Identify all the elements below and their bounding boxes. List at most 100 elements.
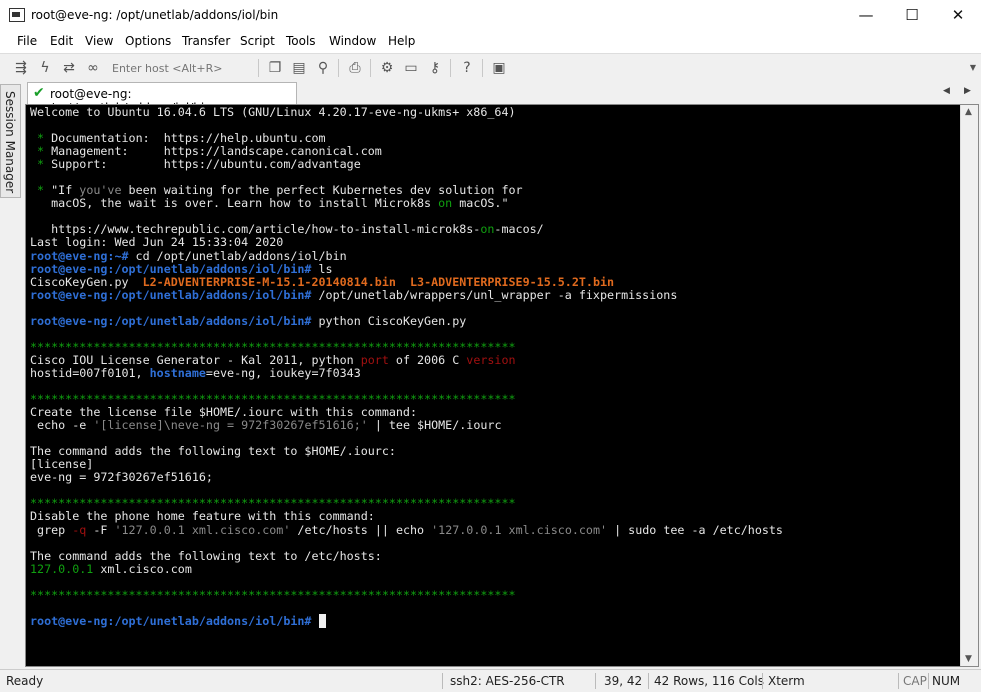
settings-icon[interactable]: ⚙	[378, 59, 396, 77]
copy-icon[interactable]: ❐	[266, 59, 284, 77]
toolbar-divider	[338, 59, 339, 77]
window-title: root@eve-ng: /opt/unetlab/addons/iol/bin	[31, 8, 279, 22]
menu-file[interactable]: File	[17, 34, 37, 48]
terminal-line: root@eve-ng:/opt/unetlab/addons/iol/bin#	[30, 613, 955, 628]
terminal-text: on	[438, 196, 453, 211]
terminal-text: ****************************************…	[30, 392, 516, 407]
status-divider	[898, 673, 899, 689]
terminal-window[interactable]: Welcome to Ubuntu 16.04.6 LTS (GNU/Linux…	[25, 104, 979, 667]
terminal-text: *	[30, 157, 52, 172]
terminal-text: on	[480, 222, 495, 237]
image-icon[interactable]: ▣	[490, 59, 508, 77]
terminal-text: | sudo tee -a /etc/hosts	[607, 522, 783, 537]
terminal-line: macOS, the wait is over. Learn how to in…	[30, 197, 955, 210]
scroll-up-icon[interactable]: ▲	[965, 107, 972, 117]
connected-check-icon: ✔	[33, 85, 45, 101]
terminal-text: "If	[51, 183, 80, 198]
session-manager-tab[interactable]: Session Manager	[0, 84, 21, 198]
link-icon[interactable]: ∞	[84, 59, 102, 77]
connect-icon[interactable]: ⇶	[12, 59, 30, 77]
terminal-line: root@eve-ng:/opt/unetlab/addons/iol/bin#…	[30, 314, 955, 328]
close-button[interactable]: ✕	[935, 0, 981, 32]
status-divider	[928, 673, 929, 689]
tab-session[interactable]: ✔ root@eve-ng: /opt/unetlab/addons/iol/b…	[27, 82, 297, 115]
terminal-text: Support: https://ubuntu.com/advantage	[51, 157, 361, 172]
terminal-text: ****************************************…	[30, 587, 516, 602]
paste-icon[interactable]: ▤	[290, 59, 308, 77]
toolbar-overflow-icon[interactable]: ▼	[964, 59, 981, 77]
toolbar-divider	[450, 59, 451, 77]
status-divider	[648, 673, 649, 689]
print-icon[interactable]: ⎙	[346, 59, 364, 77]
toolbar: ⇶ ϟ ⇄ ∞ ❐ ▤ ⚲ ⎙ ⚙ ▭ ⚷ ? ▣ ▼	[0, 53, 981, 82]
help-icon[interactable]: ?	[458, 59, 476, 77]
terminal-line: hostid=007f0101, hostname=eve-ng, ioukey…	[30, 366, 955, 380]
menu-help[interactable]: Help	[388, 34, 415, 48]
terminal-cursor	[318, 613, 326, 628]
scroll-down-icon[interactable]: ▼	[965, 654, 972, 664]
menu-window[interactable]: Window	[329, 34, 376, 48]
terminal-line: root@eve-ng:/opt/unetlab/addons/iol/bin#…	[30, 287, 955, 302]
terminal-text: eve-ng = 972f30267ef51616;	[30, 470, 213, 485]
menu-view[interactable]: View	[85, 34, 113, 48]
terminal-text: cd /opt/unetlab/addons/iol/bin	[128, 248, 347, 263]
terminal-text: Last login: Wed Jun 24 15:33:04 2020	[30, 235, 284, 250]
tab-scroll-right-icon[interactable]: ▶	[964, 86, 971, 96]
session-tab-bar: ✔ root@eve-ng: /opt/unetlab/addons/iol/b…	[23, 82, 981, 115]
terminal-text: -F	[86, 522, 115, 537]
status-divider	[595, 673, 596, 689]
menu-script[interactable]: Script	[240, 34, 275, 48]
status-cipher: ssh2: AES-256-CTR	[450, 674, 565, 688]
menu-options[interactable]: Options	[125, 34, 171, 48]
host-input[interactable]	[108, 59, 258, 77]
terminal-line: 127.0.0.1 xml.cisco.com	[30, 562, 955, 576]
maximize-button[interactable]: ☐	[889, 0, 935, 32]
terminal-text: '[license]\neve-ng = 972f30267ef51616;'	[93, 418, 368, 433]
terminal-text: been waiting for the perfect Kubernetes …	[121, 183, 523, 198]
status-bar: Ready ssh2: AES-256-CTR 39, 42 42 Rows, …	[0, 669, 981, 692]
status-caps: CAP	[903, 674, 927, 688]
session-manager-label: Session Manager	[3, 91, 17, 194]
terminal-text: [license]	[30, 457, 94, 472]
toolbar-divider	[370, 59, 371, 77]
menu-tools[interactable]: Tools	[286, 34, 316, 48]
status-term-type: Xterm	[768, 674, 805, 688]
terminal-text: *	[30, 183, 52, 198]
terminal-line: ****************************************…	[30, 587, 955, 602]
terminal-text: L2-ADVENTERPRISE-M-15.1-20140814.bin	[142, 274, 396, 289]
status-num: NUM	[932, 674, 961, 688]
key-icon[interactable]: ⚷	[426, 59, 444, 77]
terminal-text: The command adds the following text to $…	[30, 444, 396, 459]
terminal-text: -macos/	[494, 222, 544, 237]
title-bar: root@eve-ng: /opt/unetlab/addons/iol/bin…	[0, 0, 981, 32]
terminal-text: -q	[72, 522, 87, 537]
terminal-output[interactable]: Welcome to Ubuntu 16.04.6 LTS (GNU/Linux…	[30, 106, 955, 664]
status-dimensions: 42 Rows, 116 Cols	[654, 674, 764, 688]
reconnect-icon[interactable]: ⇄	[60, 59, 78, 77]
terminal-text: Cisco IOU License Generator - Kal 2011, …	[30, 352, 361, 367]
lightning-icon[interactable]: ϟ	[36, 59, 54, 77]
terminal-text: '127.0.0.1 xml.cisco.com'	[431, 522, 608, 537]
terminal-text: | tee $HOME/.iourc	[367, 418, 502, 433]
terminal-text: macOS."	[452, 196, 509, 211]
status-cursor-position: 39, 42	[604, 674, 643, 688]
minimize-button[interactable]: —	[843, 0, 889, 32]
keymap-icon[interactable]: ▭	[402, 59, 420, 77]
find-icon[interactable]: ⚲	[314, 59, 332, 77]
terminal-scrollbar[interactable]: ▲ ▼	[960, 105, 978, 666]
terminal-line: eve-ng = 972f30267ef51616;	[30, 471, 955, 484]
terminal-line: * Support: https://ubuntu.com/advantage	[30, 158, 955, 171]
terminal-line: echo -e '[license]\neve-ng = 972f30267ef…	[30, 419, 955, 432]
terminal-text: root@eve-ng:/opt/unetlab/addons/iol/bin#	[30, 287, 312, 302]
menu-edit[interactable]: Edit	[50, 34, 73, 48]
terminal-text: Management: https://landscape.canonical.…	[51, 144, 382, 159]
terminal-text: version	[466, 352, 516, 367]
terminal-line: The command adds the following text to $…	[30, 445, 955, 458]
terminal-text: you've	[79, 183, 122, 198]
status-divider	[762, 673, 763, 689]
tab-scroll-left-icon[interactable]: ◀	[943, 86, 950, 96]
toolbar-divider	[258, 59, 259, 77]
menu-bar: File Edit View Options Transfer Script T…	[0, 32, 981, 53]
menu-transfer[interactable]: Transfer	[182, 34, 230, 48]
